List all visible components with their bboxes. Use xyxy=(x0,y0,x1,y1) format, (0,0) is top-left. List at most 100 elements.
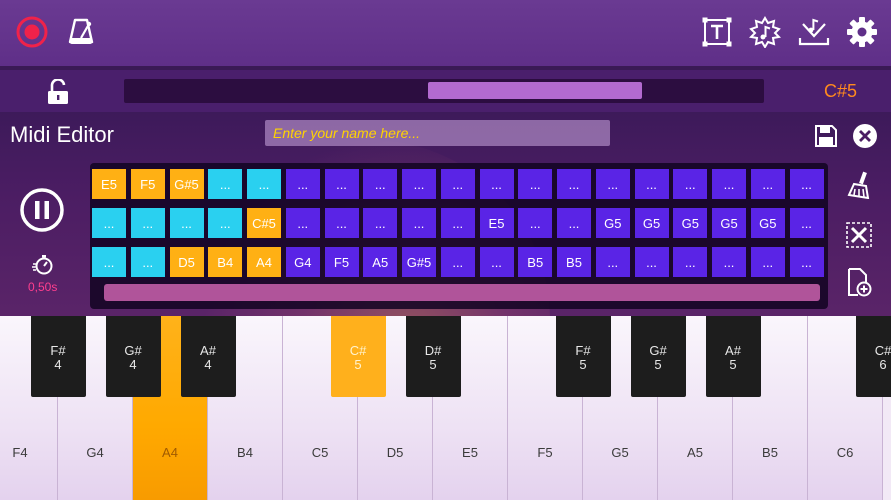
white-key-label: F5 xyxy=(537,445,553,460)
lock-toggle-button[interactable] xyxy=(44,78,72,106)
note-cell[interactable]: ... xyxy=(440,169,475,199)
note-cell[interactable]: B5 xyxy=(518,247,553,277)
note-cell[interactable]: ... xyxy=(712,169,746,199)
note-cell[interactable]: ... xyxy=(789,208,824,238)
clear-button[interactable] xyxy=(844,170,874,200)
note-cell[interactable]: ... xyxy=(208,208,243,238)
note-cell[interactable]: G5 xyxy=(673,208,708,238)
note-cell[interactable]: ... xyxy=(518,169,553,199)
black-key-label: A# 4 xyxy=(181,344,236,372)
close-box-icon xyxy=(846,222,872,248)
effects-button[interactable] xyxy=(748,14,782,50)
note-cell[interactable]: ... xyxy=(285,208,320,238)
app: C#5 Midi Editor 0,50s E5F5 xyxy=(0,0,891,500)
note-cell[interactable]: ... xyxy=(557,208,591,238)
stopwatch-icon xyxy=(32,255,53,275)
black-key-octave: 4 xyxy=(204,357,212,372)
close-editor-button[interactable] xyxy=(850,121,880,151)
timing-button[interactable] xyxy=(30,252,56,276)
note-cell[interactable]: ... xyxy=(247,169,281,199)
note-cell[interactable]: D5 xyxy=(169,247,204,277)
pause-button[interactable] xyxy=(18,186,66,234)
song-progress-track[interactable] xyxy=(124,79,764,103)
note-cell[interactable]: ... xyxy=(595,169,630,199)
note-cell[interactable]: G4 xyxy=(285,247,320,277)
note-cell[interactable]: ... xyxy=(130,247,165,277)
note-cell[interactable]: E5 xyxy=(479,208,514,238)
note-cell[interactable]: ... xyxy=(402,169,436,199)
player-bar xyxy=(0,70,891,112)
note-cell[interactable]: ... xyxy=(789,169,824,199)
note-cell[interactable]: ... xyxy=(363,208,398,238)
note-cell[interactable]: F5 xyxy=(324,247,359,277)
note-cell[interactable]: ... xyxy=(169,208,204,238)
note-cell[interactable]: ... xyxy=(440,247,475,277)
note-cell[interactable]: ... xyxy=(402,208,436,238)
note-cell[interactable]: ... xyxy=(750,247,785,277)
black-key[interactable]: G# 5 xyxy=(630,316,686,397)
black-key[interactable]: A# 5 xyxy=(705,316,761,397)
note-cell[interactable]: ... xyxy=(324,208,359,238)
note-cell[interactable]: A5 xyxy=(363,247,398,277)
song-progress-thumb[interactable] xyxy=(428,82,643,99)
note-cell[interactable]: F5 xyxy=(130,169,165,199)
text-tool-button[interactable] xyxy=(700,14,734,50)
note-cell[interactable]: ... xyxy=(440,208,475,238)
settings-button[interactable] xyxy=(844,14,880,50)
note-cell[interactable]: ... xyxy=(518,208,553,238)
note-cell[interactable]: G#5 xyxy=(169,169,204,199)
record-icon xyxy=(16,16,48,48)
note-cell[interactable]: ... xyxy=(363,169,398,199)
note-cell[interactable]: G5 xyxy=(595,208,630,238)
note-cell[interactable]: E5 xyxy=(92,169,126,199)
delete-button[interactable] xyxy=(844,220,874,250)
note-cell[interactable]: ... xyxy=(557,169,591,199)
note-cell[interactable]: ... xyxy=(130,208,165,238)
note-cell[interactable]: ... xyxy=(595,247,630,277)
note-cell[interactable]: ... xyxy=(208,169,243,199)
gear-icon xyxy=(847,17,877,47)
note-cell[interactable]: ... xyxy=(479,247,514,277)
note-cell[interactable]: ... xyxy=(673,247,708,277)
note-cell[interactable]: ... xyxy=(479,169,514,199)
note-cell[interactable]: G5 xyxy=(712,208,746,238)
black-key[interactable]: G# 4 xyxy=(105,316,161,397)
metronome-button[interactable] xyxy=(64,14,98,50)
note-cell[interactable]: G5 xyxy=(750,208,785,238)
black-key-label: F# 4 xyxy=(31,344,86,372)
add-file-button[interactable] xyxy=(844,266,874,298)
note-cell[interactable]: ... xyxy=(324,169,359,199)
note-cell[interactable]: ... xyxy=(634,169,669,199)
black-key[interactable]: F# 4 xyxy=(30,316,86,397)
note-cell[interactable]: G5 xyxy=(634,208,669,238)
note-cell[interactable]: ... xyxy=(285,169,320,199)
note-cell[interactable]: ... xyxy=(712,247,746,277)
note-cell[interactable]: ... xyxy=(634,247,669,277)
note-cell[interactable]: ... xyxy=(789,247,824,277)
black-key[interactable]: C# 6 xyxy=(855,316,891,397)
record-button[interactable] xyxy=(14,14,50,50)
black-key[interactable]: F# 5 xyxy=(555,316,611,397)
note-cell[interactable]: ... xyxy=(92,208,126,238)
download-song-button[interactable] xyxy=(796,14,832,50)
download-music-icon xyxy=(798,18,830,46)
note-cell[interactable]: C#5 xyxy=(247,208,281,238)
white-key-label: C5 xyxy=(311,445,329,460)
note-cell[interactable]: ... xyxy=(673,169,708,199)
black-key[interactable]: D# 5 xyxy=(405,316,461,397)
black-key[interactable]: A# 4 xyxy=(180,316,236,397)
note-cell[interactable]: A4 xyxy=(247,247,281,277)
black-key-note: C# xyxy=(349,343,367,358)
song-name-input[interactable] xyxy=(265,120,610,146)
note-cell[interactable]: ... xyxy=(750,169,785,199)
note-cell[interactable]: ... xyxy=(92,247,126,277)
black-key[interactable]: C# 5 xyxy=(330,316,386,397)
note-cell[interactable]: G#5 xyxy=(402,247,436,277)
note-cell[interactable]: B4 xyxy=(208,247,243,277)
save-button[interactable] xyxy=(812,122,840,150)
grid-scrollbar[interactable] xyxy=(104,284,820,301)
close-icon xyxy=(853,124,877,148)
metronome-icon xyxy=(68,18,94,44)
note-cell[interactable]: B5 xyxy=(557,247,591,277)
black-key-note: A# xyxy=(725,343,741,358)
